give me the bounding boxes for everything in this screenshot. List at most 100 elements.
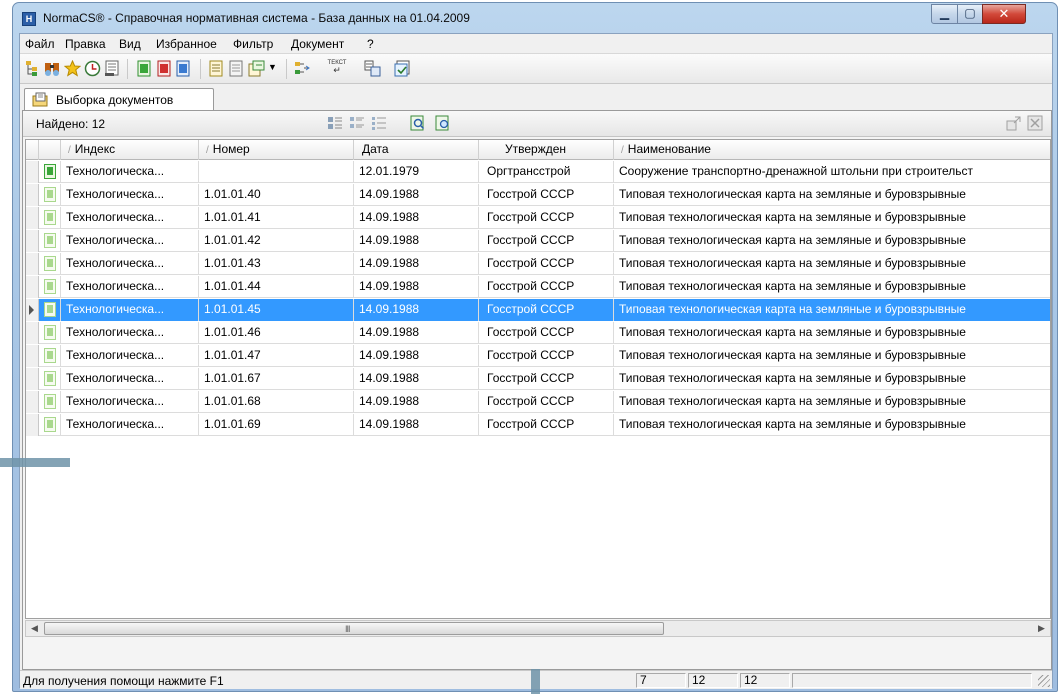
view-large-icons-icon[interactable] bbox=[327, 115, 343, 131]
header-approved[interactable]: Утвержден bbox=[479, 140, 614, 160]
view-small-icons-icon[interactable] bbox=[349, 115, 365, 131]
row-icon-cell bbox=[39, 368, 61, 390]
history-icon[interactable] bbox=[84, 60, 101, 77]
cell-approved: Госстрой СССР bbox=[479, 414, 614, 436]
cell-name: Типовая технологическая карта на земляны… bbox=[619, 371, 966, 385]
client-area: Файл Правка Вид Избранное Фильтр Докумен… bbox=[19, 33, 1053, 689]
table-row[interactable]: Технологическа... 1.01.01.45 14.09.1988 Гос… bbox=[26, 299, 1050, 321]
table-row[interactable]: Технологическа... 1.01.01.42 14.09.1988 Гос… bbox=[26, 230, 1050, 252]
panel-close-icon[interactable] bbox=[1027, 115, 1043, 131]
cell-date: 12.01.1979 bbox=[354, 161, 479, 183]
table-row[interactable]: Технологическа... 1.01.01.46 14.09.1988 Гос… bbox=[26, 322, 1050, 344]
document-icon bbox=[44, 210, 56, 225]
found-count: Найдено: 12 bbox=[36, 117, 106, 131]
table-row[interactable]: Технологическа... 1.01.01.69 14.09.1988 Гос… bbox=[26, 414, 1050, 436]
horizontal-scrollbar[interactable]: ◀ III ▶ bbox=[25, 620, 1051, 637]
cell-name: Типовая технологическая карта на земляны… bbox=[619, 187, 966, 201]
search-doc-icon[interactable] bbox=[410, 115, 426, 131]
menu-edit[interactable]: Правка bbox=[65, 37, 106, 51]
favorites-star-icon[interactable] bbox=[64, 60, 81, 77]
row-icon-cell bbox=[39, 184, 61, 206]
doc-gray-icon[interactable] bbox=[228, 60, 245, 77]
table-row[interactable]: Технологическа... 1.01.01.68 14.09.1988 Гос… bbox=[26, 391, 1050, 413]
row-icon-cell bbox=[39, 345, 61, 367]
table-row[interactable]: Технологическа... 1.01.01.67 14.09.1988 Гос… bbox=[26, 368, 1050, 390]
row-indicator bbox=[26, 161, 39, 183]
cell-name: Типовая технологическая карта на земляны… bbox=[619, 233, 966, 247]
document-icon bbox=[44, 394, 56, 409]
table-row[interactable]: Технологическа... 12.01.1979 Оргтрансстрой… bbox=[26, 161, 1050, 183]
tab-document-selection[interactable]: Выборка документов bbox=[24, 88, 214, 111]
menu-document[interactable]: Документ bbox=[291, 37, 344, 51]
toolbar-separator bbox=[200, 59, 201, 79]
document-icon bbox=[44, 164, 56, 179]
row-icon-cell bbox=[39, 414, 61, 436]
menu-filter[interactable]: Фильтр bbox=[233, 37, 273, 51]
doc-blue-icon[interactable] bbox=[175, 60, 192, 77]
doc-green-icon[interactable] bbox=[136, 60, 153, 77]
undock-icon[interactable] bbox=[1006, 115, 1022, 131]
check-doc-icon[interactable] bbox=[394, 60, 411, 77]
cell-index: Технологическа... bbox=[61, 161, 199, 183]
table-row[interactable]: Технологическа... 1.01.01.40 14.09.1988 Гос… bbox=[26, 184, 1050, 206]
tab-label: Выборка документов bbox=[56, 93, 174, 107]
header-name[interactable]: / Наименование bbox=[614, 140, 1050, 160]
cell-approved: Госстрой СССР bbox=[479, 276, 614, 298]
documents-table[interactable]: / Индекс / Номер Дата Утвержден / Наименова… bbox=[25, 139, 1051, 619]
doc-yellow-icon[interactable] bbox=[208, 60, 225, 77]
close-icon: ✕ bbox=[998, 6, 1010, 21]
scroll-left-icon[interactable]: ◀ bbox=[26, 621, 43, 636]
card-view-icon[interactable] bbox=[104, 60, 121, 77]
cell-date: 14.09.1988 bbox=[354, 368, 479, 390]
close-button[interactable]: ✕ bbox=[982, 4, 1026, 24]
header-number[interactable]: / Номер bbox=[199, 140, 354, 160]
cell-date: 14.09.1988 bbox=[354, 345, 479, 367]
overlay-marker-vertical bbox=[531, 669, 540, 694]
view-list-icon[interactable] bbox=[371, 115, 387, 131]
menu-help[interactable]: ? bbox=[367, 37, 374, 51]
document-icon bbox=[44, 233, 56, 248]
compare-icon[interactable] bbox=[364, 60, 381, 77]
scroll-thumb[interactable]: III bbox=[44, 622, 664, 635]
dropdown-arrow-icon[interactable]: ▼ bbox=[268, 62, 278, 79]
row-icon-cell bbox=[39, 299, 61, 321]
header-date-label: Дата bbox=[362, 142, 389, 156]
text-view-button[interactable]: ТЕКСТ ↵ bbox=[326, 60, 348, 77]
cell-approved: Госстрой СССР bbox=[479, 253, 614, 275]
tab-strip: Выборка документов bbox=[20, 84, 1052, 111]
menu-favorites[interactable]: Избранное bbox=[156, 37, 217, 51]
cell-number: 1.01.01.41 bbox=[199, 207, 354, 229]
header-index[interactable]: / Индекс bbox=[61, 140, 199, 160]
doc-red-icon[interactable] bbox=[156, 60, 173, 77]
cell-name: Сооружение транспортно-дренажной штольни… bbox=[619, 164, 974, 178]
header-indicator bbox=[26, 140, 39, 160]
cell-index: Технологическа... bbox=[61, 299, 199, 321]
cell-approved: Госстрой СССР bbox=[479, 368, 614, 390]
menu-view[interactable]: Вид bbox=[119, 37, 141, 51]
cell-date: 14.09.1988 bbox=[354, 299, 479, 321]
app-logo-icon[interactable]: Н bbox=[22, 12, 36, 26]
preview-doc-icon[interactable] bbox=[435, 115, 451, 131]
table-row[interactable]: Технологическа... 1.01.01.41 14.09.1988 Гос… bbox=[26, 207, 1050, 229]
table-row[interactable]: Технологическа... 1.01.01.47 14.09.1988 Гос… bbox=[26, 345, 1050, 367]
toolbar-separator bbox=[286, 59, 287, 79]
title-bar[interactable]: Н NormaCS® - Справочная нормативная сист… bbox=[13, 3, 1057, 33]
resize-grip-icon[interactable] bbox=[1038, 675, 1050, 687]
table-row[interactable]: Технологическа... 1.01.01.44 14.09.1988 Гос… bbox=[26, 276, 1050, 298]
doc-export-icon[interactable] bbox=[248, 60, 265, 77]
row-icon-cell bbox=[39, 391, 61, 413]
cell-number: 1.01.01.44 bbox=[199, 276, 354, 298]
header-date[interactable]: Дата bbox=[354, 140, 479, 160]
table-row[interactable]: Технологическа... 1.01.01.43 14.09.1988 Гос… bbox=[26, 253, 1050, 275]
row-indicator bbox=[26, 368, 39, 390]
cell-number: 1.01.01.42 bbox=[199, 230, 354, 252]
link-icon[interactable] bbox=[294, 60, 311, 77]
maximize-button[interactable]: ▢ bbox=[957, 4, 983, 24]
document-icon bbox=[44, 371, 56, 386]
tree-view-icon[interactable] bbox=[25, 60, 42, 77]
minimize-button[interactable]: ▁ bbox=[931, 4, 958, 24]
scroll-right-icon[interactable]: ▶ bbox=[1033, 621, 1050, 636]
find-icon[interactable] bbox=[44, 60, 61, 77]
menu-file[interactable]: Файл bbox=[25, 37, 55, 51]
cell-date: 14.09.1988 bbox=[354, 322, 479, 344]
